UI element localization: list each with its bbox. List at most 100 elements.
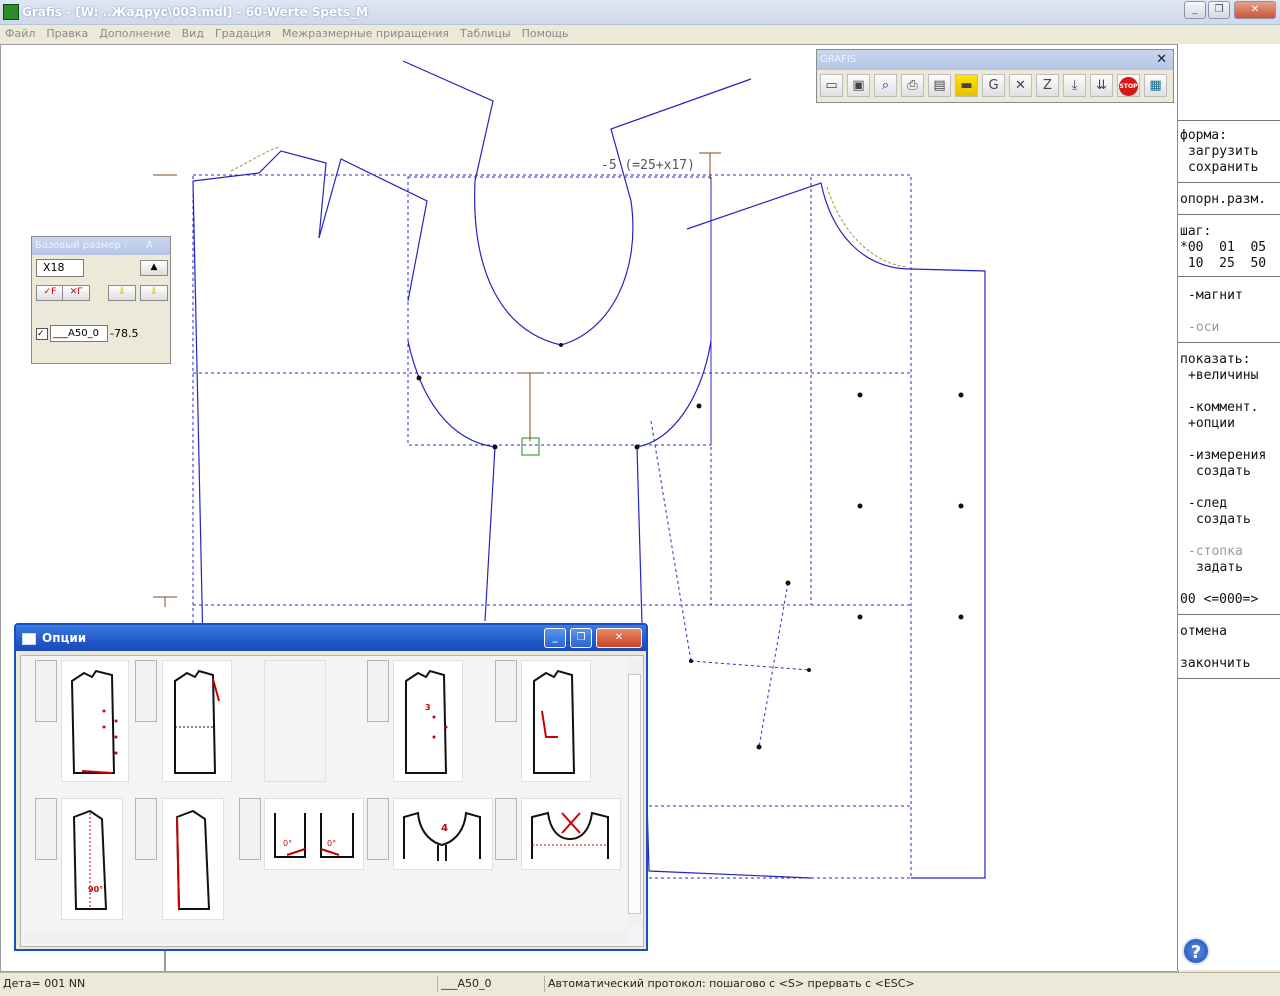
option-slot[interactable] [239,798,261,860]
clear-button[interactable]: ✕Γ [62,285,90,301]
option-thumb-3[interactable]: 3 [393,660,463,782]
minimize-button[interactable]: _ [1184,1,1206,19]
status-protocol: Автоматический протокол: пошагово с <S> … [544,976,1248,992]
move-down-button[interactable]: ⇩ [108,285,136,301]
options-title: Опции [42,631,87,645]
size-field[interactable]: X18 [36,259,84,277]
help-button[interactable]: ? [1182,937,1210,965]
option-slot[interactable] [35,660,57,722]
step-row-1[interactable]: *00 01 05 [1180,240,1266,256]
stop-icon[interactable]: STOP [1117,74,1140,97]
param-value: -78.5 [110,327,139,340]
base-size-title-text: Базовый размер : [35,240,128,251]
option-label-3: 3 [425,703,431,712]
option-slot[interactable] [135,660,157,722]
g-icon[interactable]: G [982,74,1005,97]
option-thumb-1[interactable] [61,660,129,782]
options-close-button[interactable]: ✕ [596,628,642,648]
menu-size-increments[interactable]: Межразмерные приращения [277,25,455,40]
option-thumb-7[interactable]: 0° 0° [264,798,364,870]
param-name-field[interactable]: ___A50_0 [50,325,108,342]
menu-bar: Файл Правка Дополнение Вид Градация Межразмер… [0,25,1280,43]
window-icon [22,633,36,645]
close-icon[interactable]: ✕ [1156,52,1167,67]
options-window: Опции _ ❐ ✕ 3 90° 0° 0° 4 [14,623,648,951]
status-param: ___A50_0 [437,976,541,992]
grafis-toolbar: GRAFIS ✕ ▭ ▣ ⌕ ⎙ ▤ ▬ G ✕ Z ⤓ ⇊ STOP ▦ [816,49,1174,103]
options-vertical-scrollbar[interactable] [627,658,641,926]
column-set[interactable]: задать [1196,560,1243,576]
restore-button[interactable]: ❐ [1208,1,1230,19]
z-icon[interactable]: Z [1036,74,1059,97]
menu-file[interactable]: Файл [0,25,41,40]
menu-edit[interactable]: Правка [41,25,94,40]
option-thumb-8[interactable]: 4 [393,798,493,870]
menu-help[interactable]: Помощь [517,25,575,40]
options-gallery: 3 90° 0° 0° 4 [20,655,644,947]
option-slot[interactable] [367,660,389,722]
measures-create[interactable]: создать [1196,464,1251,480]
open-icon[interactable]: ▭ [820,74,843,97]
title-bar: Grafis - [W: ..Жадрус\003.mdl] - 60-Wert… [0,0,1280,25]
menu-tables[interactable]: Таблицы [455,25,517,40]
set-button[interactable]: ✓F [36,285,64,301]
base-size-title-suffix: A [146,240,153,251]
comments-toggle[interactable]: -коммент. [1188,400,1258,416]
option-thumb-empty[interactable] [264,660,326,782]
option-thumb-4[interactable] [521,660,591,782]
save-icon[interactable]: ▣ [847,74,870,97]
ref-size-command[interactable]: опорн.разм. [1180,192,1266,208]
download-icon[interactable]: ⤓ [1063,74,1086,97]
param-name: ___A50_0 [53,328,99,339]
close-button[interactable]: ✕ [1234,1,1276,19]
magnet-toggle[interactable]: -магнит [1188,288,1243,304]
option-label-0b: 0° [327,839,337,848]
load-command[interactable]: загрузить [1188,144,1258,160]
param-checkbox[interactable]: ✓ [36,328,48,340]
save-command[interactable]: сохранить [1188,160,1258,176]
print-icon[interactable]: ⎙ [901,74,924,97]
status-bar: Дета= 001 NN ___A50_0 Автоматический про… [0,972,1280,996]
options-horizontal-scrollbar[interactable] [23,930,627,944]
option-thumb-2[interactable] [162,660,232,782]
zoom-icon[interactable]: ⌕ [874,74,897,97]
options-restore-button[interactable]: ❐ [570,628,592,648]
options-toggle[interactable]: +опции [1188,416,1235,432]
move-down-alt-button[interactable]: ⇩ [140,285,168,301]
option-slot[interactable] [35,798,57,860]
measures-toggle[interactable]: -измерения [1188,448,1266,464]
option-slot[interactable] [367,798,389,860]
counter[interactable]: 00 <=000=> [1180,592,1258,608]
layers-icon[interactable]: ▤ [928,74,951,97]
trace-toggle[interactable]: -след [1188,496,1227,512]
step-row-2[interactable]: 10 25 50 [1180,256,1266,272]
options-minimize-button[interactable]: _ [544,628,566,648]
options-title-bar: Опции _ ❐ ✕ [16,625,646,651]
menu-addons[interactable]: Дополнение [94,25,176,40]
show-label: показать: [1180,352,1251,367]
option-slot[interactable] [495,660,517,722]
ruler-icon[interactable]: ▬ [955,74,978,97]
values-toggle[interactable]: +величины [1188,368,1258,384]
base-size-title: Базовый размер : A [32,237,170,255]
menu-view[interactable]: Вид [177,25,210,40]
trace-create[interactable]: создать [1196,512,1251,528]
axes-toggle[interactable]: -оси [1188,320,1219,336]
option-slot[interactable] [495,798,517,860]
column-toggle[interactable]: -стопка [1188,544,1243,560]
option-thumb-5[interactable]: 90° [61,798,123,920]
window-title: Grafis - [W: ..Жадрус\003.mdl] - 60-Wert… [22,5,368,19]
collapse-button[interactable]: ▲ [140,260,168,276]
menu-grading[interactable]: Градация [210,25,277,40]
cancel-command[interactable]: отмена [1180,624,1227,640]
marker-ticks [153,152,721,607]
option-thumb-9[interactable] [521,798,621,870]
option-thumb-6[interactable] [162,798,224,920]
download-all-icon[interactable]: ⇊ [1090,74,1113,97]
option-slot[interactable] [135,798,157,860]
finish-command[interactable]: закончить [1180,656,1250,672]
base-size-panel: Базовый размер : A X18 ▲ ✓F ✕Γ ⇩ ⇩ ✓ ___… [31,236,171,364]
formula-label: -5 (=25+x17) [601,158,695,173]
delete-icon[interactable]: ✕ [1009,74,1032,97]
calculator-icon[interactable]: ▦ [1144,74,1167,97]
